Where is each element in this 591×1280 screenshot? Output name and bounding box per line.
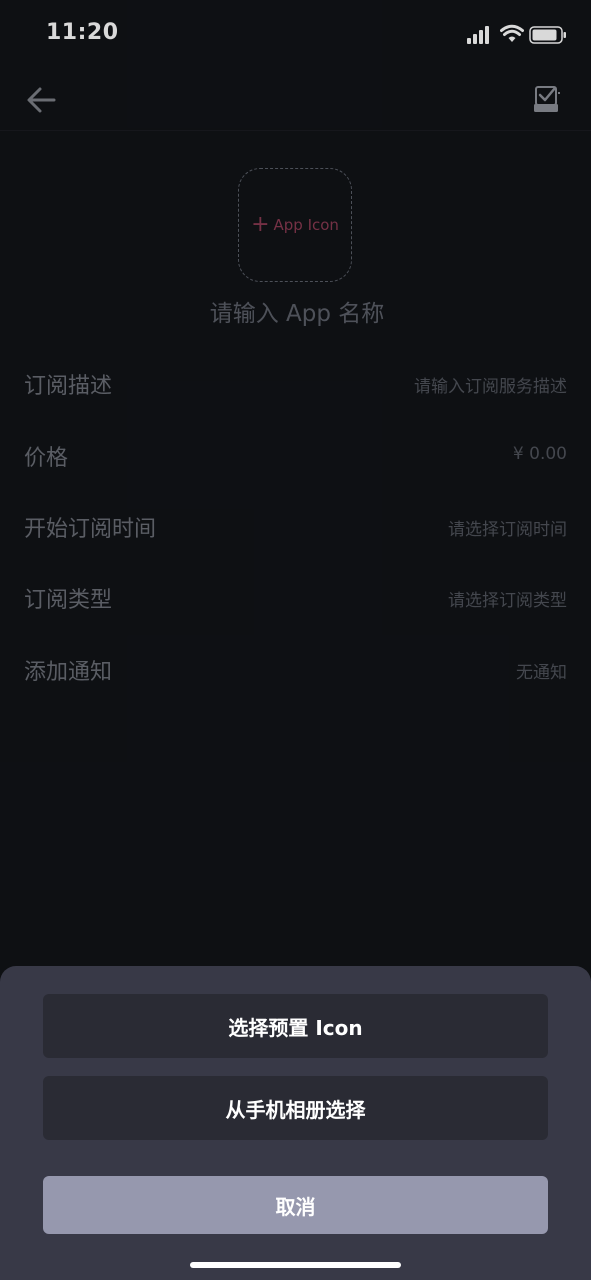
cancel-button[interactable]: 取消	[43, 1176, 548, 1234]
select-preset-icon-button[interactable]: 选择预置 Icon	[43, 994, 548, 1058]
select-from-album-button[interactable]: 从手机相册选择	[43, 1076, 548, 1140]
home-indicator	[190, 1262, 401, 1268]
action-sheet: 选择预置 Icon 从手机相册选择 取消	[0, 966, 591, 1280]
